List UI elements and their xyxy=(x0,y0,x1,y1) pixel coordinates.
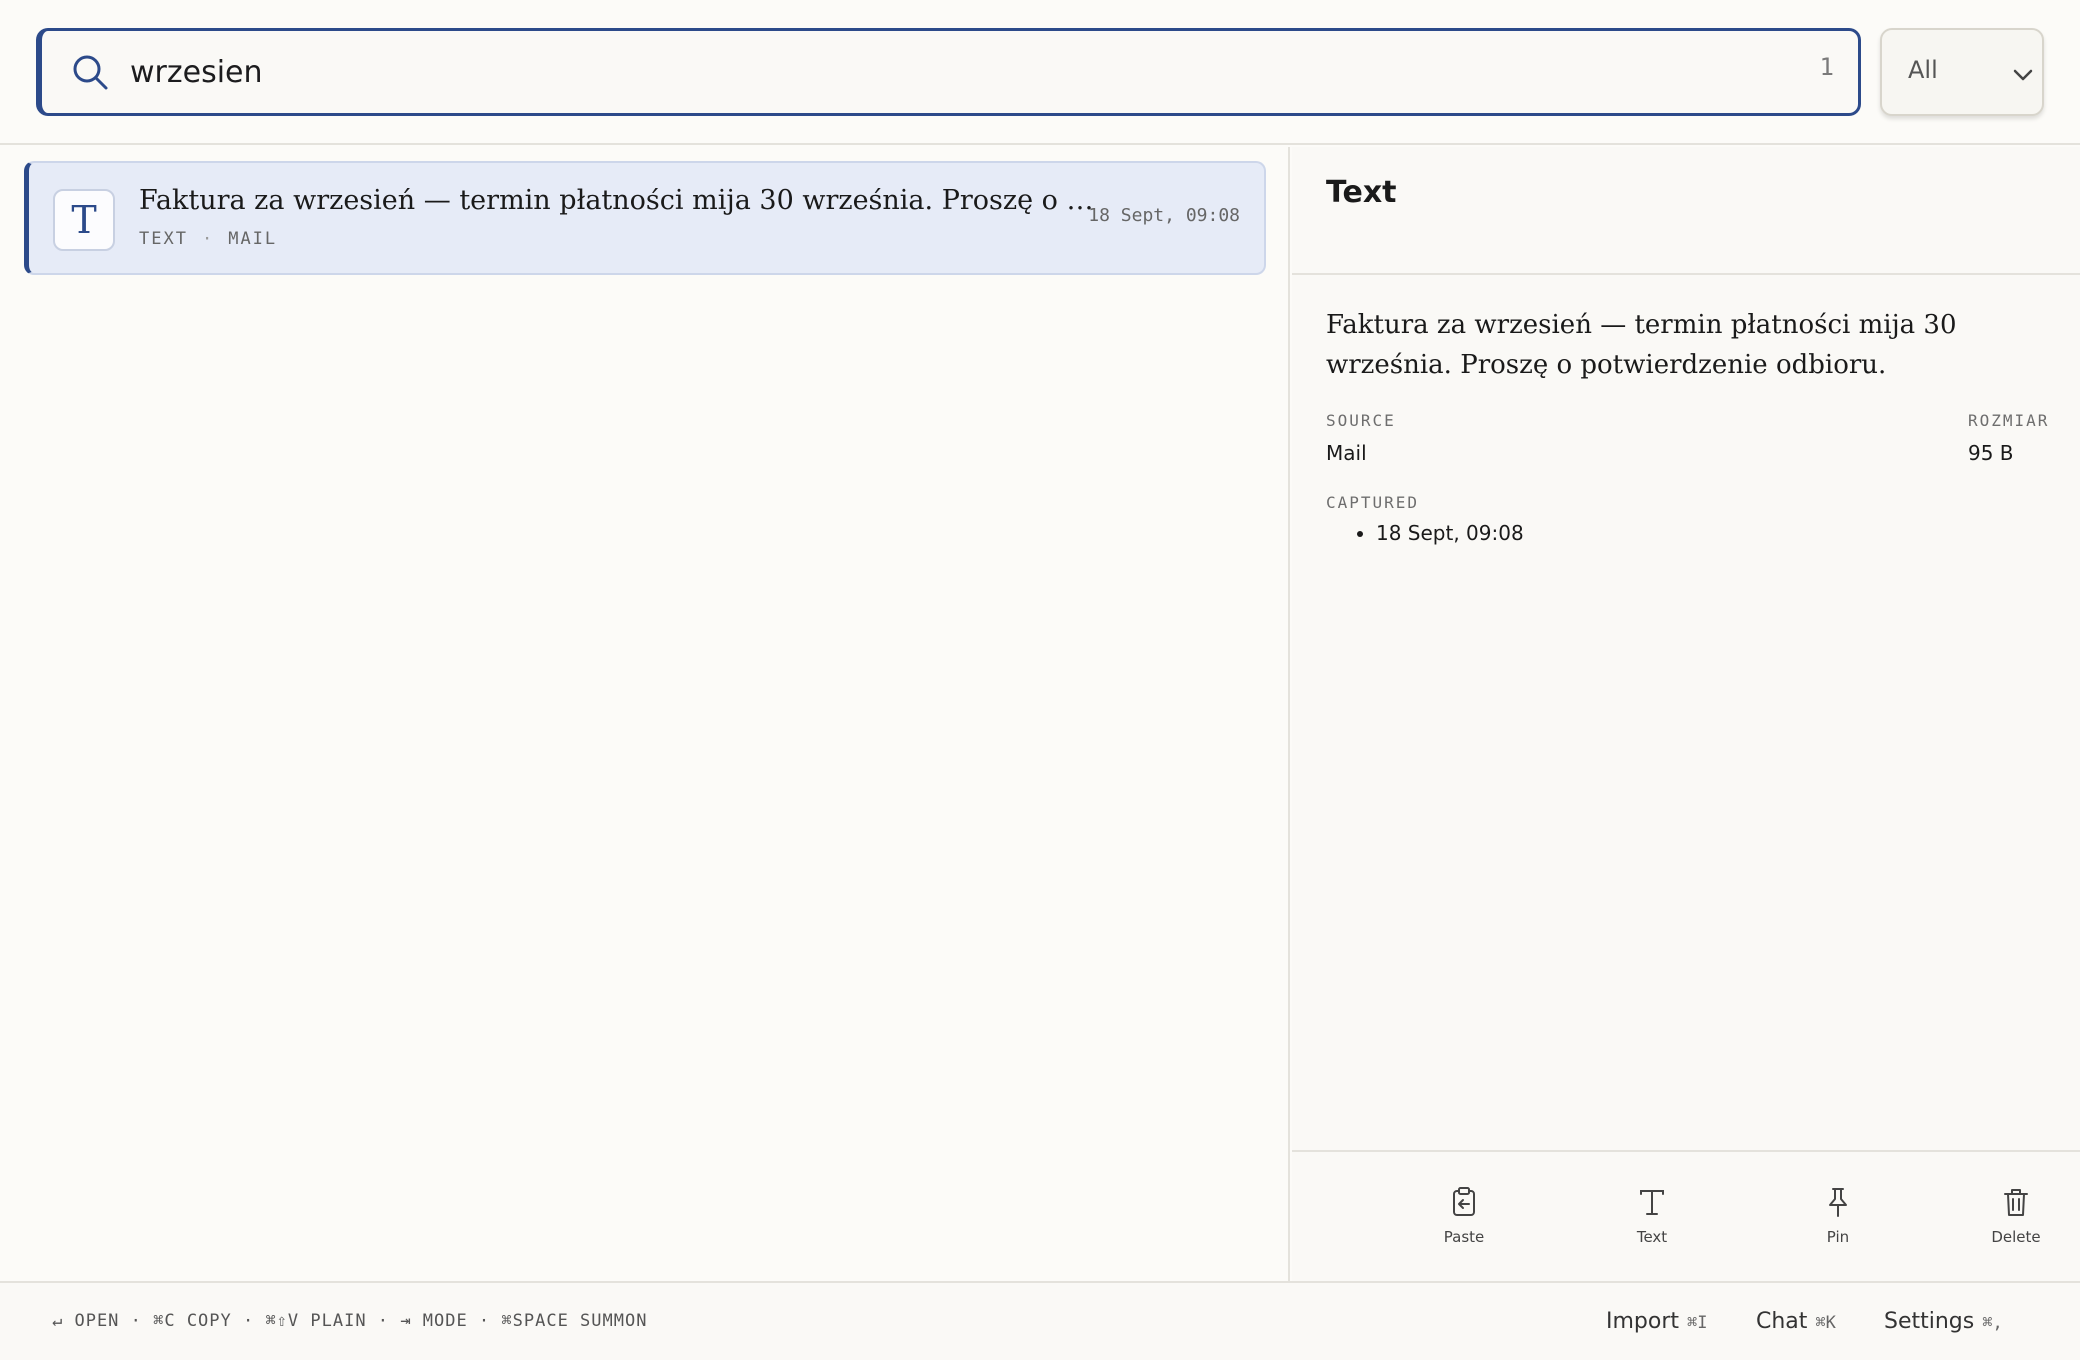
search-icon xyxy=(73,55,108,90)
status-footer: ↵ OPEN · ⌘C COPY · ⌘⇧V PLAIN · ⇥ MODE · … xyxy=(0,1281,2080,1360)
result-count: 1 xyxy=(1819,53,1834,81)
source-value: Mail xyxy=(1326,441,1367,465)
list-item[interactable]: T Faktura za wrzesień — termin płatności… xyxy=(24,161,1266,275)
chat-label: Chat xyxy=(1756,1309,1808,1334)
item-title: Faktura za wrzesień — termin płatności m… xyxy=(139,185,1099,216)
detail-pane: Text Faktura za wrzesień — termin płatno… xyxy=(1292,147,2080,1281)
detail-title: Text xyxy=(1326,175,1397,210)
pin-icon xyxy=(1829,1188,1847,1217)
captured-value: 18 Sept, 09:08 xyxy=(1376,521,1524,545)
action-bar: Paste Text Pin Delete xyxy=(1292,1150,2080,1281)
delete-button[interactable]: Delete xyxy=(1966,1186,2066,1246)
import-shortcut: ⌘I xyxy=(1687,1313,1708,1333)
chat-shortcut: ⌘K xyxy=(1815,1313,1836,1333)
filter-select[interactable]: All xyxy=(1880,28,2044,116)
detail-header: Text xyxy=(1292,147,2080,275)
captured-list: 18 Sept, 09:08 xyxy=(1376,521,1524,545)
settings-label: Settings xyxy=(1884,1309,1975,1334)
chat-button[interactable]: Chat ⌘K xyxy=(1756,1309,1836,1334)
text-format-icon xyxy=(1640,1190,1664,1215)
pin-button[interactable]: Pin xyxy=(1778,1186,1898,1246)
import-button[interactable]: Import ⌘I xyxy=(1606,1309,1708,1334)
delete-label: Delete xyxy=(1991,1228,2041,1246)
filter-selected-value: All xyxy=(1908,56,1938,84)
item-type: TEXT xyxy=(139,229,188,249)
clipboard-paste-icon xyxy=(1453,1187,1475,1216)
detail-content: Faktura za wrzesień — termin płatności m… xyxy=(1326,310,1957,380)
search-bar: 1 All xyxy=(0,0,2080,145)
pin-label: Pin xyxy=(1826,1228,1850,1246)
size-value: 95 B xyxy=(1968,441,2014,465)
trash-icon xyxy=(2004,1189,2028,1216)
import-label: Import xyxy=(1606,1309,1680,1334)
item-meta: TEXT · MAIL xyxy=(139,229,278,249)
captured-label: CAPTURED xyxy=(1326,493,1420,512)
keyboard-shortcuts-hint: ↵ OPEN · ⌘C COPY · ⌘⇧V PLAIN · ⇥ MODE · … xyxy=(52,1311,648,1331)
text-button[interactable]: Text xyxy=(1592,1186,1712,1246)
chevron-down-icon xyxy=(2013,69,2033,81)
settings-button[interactable]: Settings ⌘, xyxy=(1884,1309,2003,1334)
paste-label: Paste xyxy=(1443,1228,1485,1246)
text-type-icon: T xyxy=(53,189,115,251)
search-box[interactable]: 1 xyxy=(36,28,1861,116)
size-label: ROZMIAR xyxy=(1968,411,2050,430)
source-label: SOURCE xyxy=(1326,411,1396,430)
item-timestamp: 18 Sept, 09:08 xyxy=(1088,205,1240,226)
settings-shortcut: ⌘, xyxy=(1982,1313,2003,1333)
results-list: T Faktura za wrzesień — termin płatności… xyxy=(0,147,1290,1281)
item-source: MAIL xyxy=(228,229,278,249)
search-input[interactable] xyxy=(130,45,1730,99)
paste-button[interactable]: Paste xyxy=(1404,1186,1524,1246)
text-label: Text xyxy=(1636,1228,1668,1246)
